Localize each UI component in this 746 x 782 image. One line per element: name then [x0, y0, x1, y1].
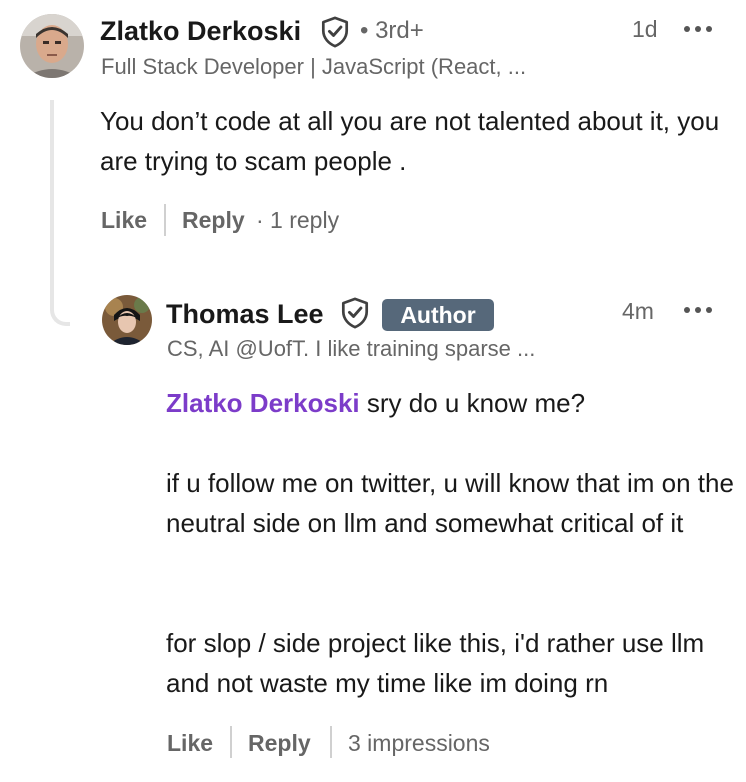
like-button[interactable]: Like — [167, 730, 213, 757]
impressions-count: 3 impressions — [348, 730, 490, 756]
reply-paragraph: if u follow me on twitter, u will know t… — [166, 468, 734, 538]
comment-text: You don’t code at all you are not talent… — [100, 106, 720, 176]
like-button[interactable]: Like — [101, 207, 147, 234]
author-badge: Author — [382, 299, 494, 331]
action-divider — [230, 726, 232, 758]
comment-author-name[interactable]: Zlatko Derkoski — [100, 16, 301, 47]
action-divider — [330, 726, 332, 758]
connection-degree: • 3rd+ — [360, 17, 424, 44]
avatar[interactable] — [102, 295, 152, 345]
thread-connector — [50, 100, 70, 326]
more-horizontal-icon[interactable] — [684, 300, 712, 320]
comment-author-headline: Full Stack Developer | JavaScript (React… — [101, 54, 527, 79]
mention-link[interactable]: Zlatko Derkoski — [166, 388, 360, 418]
shield-check-icon — [341, 297, 369, 329]
more-horizontal-icon[interactable] — [684, 19, 712, 39]
reply-paragraph: for slop / side project like this, i'd r… — [166, 628, 705, 698]
action-divider — [164, 204, 166, 236]
shield-check-icon — [321, 16, 349, 48]
reply-author-headline: CS, AI @UofT. I like training sparse ... — [167, 336, 536, 361]
reply-text-intro: sry do u know me? — [366, 388, 586, 418]
reply-count-link[interactable]: · 1 reply — [256, 207, 339, 234]
avatar[interactable] — [20, 14, 84, 78]
reply-text-line1: Zlatko Derkoski sry do u know me? — [166, 383, 736, 423]
reply-author-name[interactable]: Thomas Lee — [166, 299, 324, 330]
comment-timestamp: 1d — [632, 16, 658, 42]
reply-timestamp: 4m — [622, 298, 654, 324]
reply-button[interactable]: Reply — [248, 730, 311, 757]
reply-button[interactable]: Reply — [182, 207, 245, 234]
